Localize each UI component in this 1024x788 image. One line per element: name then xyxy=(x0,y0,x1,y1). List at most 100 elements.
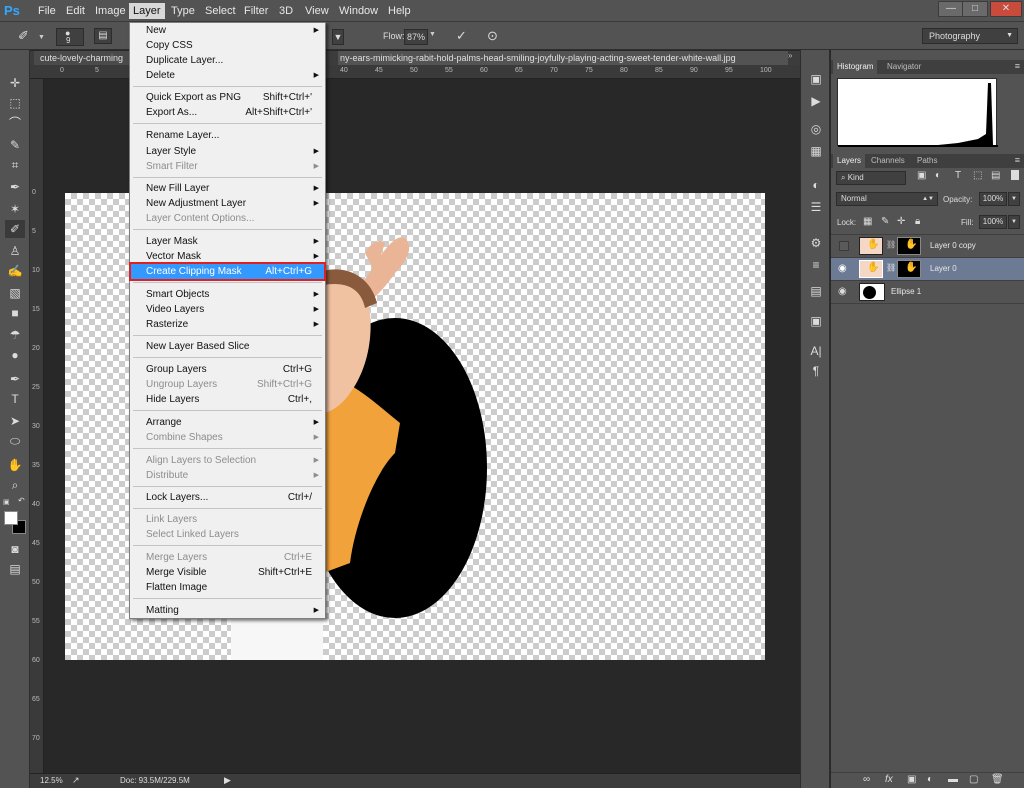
tab-layers[interactable]: Layers xyxy=(833,154,866,168)
gradient-tool-icon[interactable]: ■ xyxy=(5,304,25,322)
character-panel-icon[interactable]: A| xyxy=(806,342,826,360)
opacity-dropdown-icon[interactable]: ▼ xyxy=(332,29,344,45)
layer-row-layer-0[interactable]: ◉ ✋ ⛓︎ ✋ Layer 0 xyxy=(831,258,1024,281)
menu-item-arrange[interactable]: Arrange ▶ xyxy=(131,415,324,430)
filter-smart-object-icon[interactable]: ▤ xyxy=(991,170,1000,181)
menu-type[interactable]: Type xyxy=(167,3,199,19)
brush-panel-icon[interactable]: ▣ xyxy=(806,312,826,330)
menu-item-create-clipping-mask[interactable]: Create Clipping Mask Alt+Ctrl+G xyxy=(129,262,326,281)
swap-colors-icon[interactable]: ↶ xyxy=(18,496,25,505)
lasso-tool-icon[interactable]: ⌒ xyxy=(5,114,25,132)
menu-item-flatten-image[interactable]: Flatten Image xyxy=(131,580,324,595)
quick-mask-icon[interactable]: ◙ xyxy=(5,540,25,558)
clone-stamp-tool-icon[interactable]: ♙ xyxy=(5,242,25,260)
filter-toggle-switch[interactable] xyxy=(1011,170,1019,180)
tab-navigator[interactable]: Navigator xyxy=(883,60,925,74)
document-tab-inactive[interactable]: cute-lovely-charming xyxy=(34,51,130,65)
menu-window[interactable]: Window xyxy=(335,3,382,19)
menu-item-new-layer-based-slice[interactable]: New Layer Based Slice xyxy=(131,339,324,354)
libraries-panel-icon[interactable]: ≡ xyxy=(806,256,826,274)
menu-item-copy-css[interactable]: Copy CSS xyxy=(131,38,324,53)
screen-mode-icon[interactable]: ▤ xyxy=(5,560,25,578)
workspace-switcher[interactable]: Photography ▼ xyxy=(922,28,1018,44)
menu-item-duplicate-layer[interactable]: Duplicate Layer... xyxy=(131,53,324,68)
marquee-tool-icon[interactable]: ⬚ xyxy=(5,94,25,112)
share-icon[interactable]: ↗ xyxy=(72,775,80,786)
chevron-down-icon[interactable]: ▼ xyxy=(38,34,45,41)
menu-item-vector-mask[interactable]: Vector Mask ▶ xyxy=(131,249,324,264)
add-mask-icon[interactable]: ▣ xyxy=(907,774,916,785)
foreground-color-swatch[interactable] xyxy=(4,511,18,525)
opacity-input[interactable]: 100% xyxy=(979,192,1007,206)
pen-tool-icon[interactable]: ✒ xyxy=(5,370,25,388)
lock-transparent-icon[interactable]: ▦ xyxy=(863,216,872,227)
pressure-size-icon[interactable]: ⊙ xyxy=(487,28,498,44)
brush-panel-toggle-icon[interactable]: ▤ xyxy=(94,28,112,44)
new-adjustment-layer-icon[interactable]: ◐ xyxy=(927,774,933,785)
hand-tool-icon[interactable]: ✋ xyxy=(5,456,25,474)
menu-item-export-as[interactable]: Export As... Alt+Shift+Ctrl+' xyxy=(131,105,324,120)
eyedropper-tool-icon[interactable]: ✒ xyxy=(5,178,25,196)
menu-item-group-layers[interactable]: Group Layers Ctrl+G xyxy=(131,362,324,377)
panel-menu-icon[interactable]: ≡ xyxy=(1015,155,1020,165)
menu-3d[interactable]: 3D xyxy=(275,3,297,19)
chevron-down-icon[interactable]: ▼ xyxy=(429,31,436,38)
link-layers-icon[interactable]: ∞ xyxy=(863,774,870,785)
menu-item-lock-layers[interactable]: Lock Layers... Ctrl+/ xyxy=(131,490,324,505)
layer-filter-kind[interactable]: ⌕ Kind xyxy=(836,171,906,185)
quick-selection-tool-icon[interactable]: ✎ xyxy=(5,136,25,154)
fill-dropdown-icon[interactable]: ▼ xyxy=(1008,215,1020,229)
fill-input[interactable]: 100% xyxy=(979,215,1007,229)
blend-mode-select[interactable]: Normal ▲▼ xyxy=(836,192,938,206)
menu-item-smart-objects[interactable]: Smart Objects ▶ xyxy=(131,287,324,302)
menu-item-matting[interactable]: Matting ▶ xyxy=(131,603,324,618)
filter-pixel-icon[interactable]: ▣ xyxy=(917,170,926,181)
menu-item-layer-style[interactable]: Layer Style ▶ xyxy=(131,144,324,159)
menu-layer[interactable]: Layer xyxy=(129,3,165,19)
healing-brush-tool-icon[interactable]: ✶ xyxy=(5,200,25,218)
tab-histogram[interactable]: Histogram xyxy=(833,60,878,74)
new-group-icon[interactable]: ▬ xyxy=(948,774,958,785)
mask-link-icon[interactable]: ⛓︎ xyxy=(886,263,896,272)
lock-image-icon[interactable]: ✎ xyxy=(881,216,889,227)
lock-all-icon[interactable]: 🔒︎ xyxy=(915,216,920,227)
eraser-tool-icon[interactable]: ▧ xyxy=(5,284,25,302)
layer-name[interactable]: Layer 0 xyxy=(930,264,957,273)
brush-tool-icon[interactable]: ✐ xyxy=(18,28,34,44)
visibility-toggle-empty[interactable] xyxy=(839,241,849,251)
path-selection-tool-icon[interactable]: ➤ xyxy=(5,412,25,430)
menu-item-new[interactable]: New ▶ xyxy=(131,23,324,38)
menu-item-hide-layers[interactable]: Hide Layers Ctrl+, xyxy=(131,392,324,407)
filter-type-icon[interactable]: T xyxy=(955,170,961,181)
vertical-ruler[interactable]: 051015202530354045505560657075 xyxy=(30,79,44,781)
menu-item-new-adjustment-layer[interactable]: New Adjustment Layer ▶ xyxy=(131,196,324,211)
menu-item-delete[interactable]: Delete ▶ xyxy=(131,68,324,83)
layer-mask-thumbnail[interactable]: ✋ xyxy=(897,237,921,255)
airbrush-icon[interactable]: ✓ xyxy=(456,28,467,44)
paragraph-panel-icon[interactable]: ¶ xyxy=(806,362,826,380)
info-panel-icon[interactable]: ▤ xyxy=(806,282,826,300)
layer-name[interactable]: Ellipse 1 xyxy=(891,287,921,296)
brush-preset-picker[interactable]: ● 9 xyxy=(56,28,84,46)
opacity-dropdown-icon[interactable]: ▼ xyxy=(1008,192,1020,206)
history-brush-tool-icon[interactable]: ✍ xyxy=(5,262,25,280)
tab-channels[interactable]: Channels xyxy=(867,154,909,168)
panel-menu-icon[interactable]: ≡ xyxy=(1015,61,1020,71)
swatches-panel-icon[interactable]: ▦ xyxy=(806,142,826,160)
zoom-tool-icon[interactable]: ⌕ xyxy=(5,476,25,494)
document-tab-active[interactable]: ny-ears-mimicking-rabit-hold-palms-head-… xyxy=(338,51,788,65)
menu-item-new-fill-layer[interactable]: New Fill Layer ▶ xyxy=(131,181,324,196)
layer-row-ellipse-1[interactable]: ◉ Ellipse 1 xyxy=(831,281,1024,304)
menu-image[interactable]: Image xyxy=(91,3,130,19)
status-menu-arrow-icon[interactable]: ▶ xyxy=(224,775,231,786)
filter-adjustment-icon[interactable]: ◐ xyxy=(935,170,941,181)
eye-icon[interactable]: ◉ xyxy=(838,286,847,297)
layer-name[interactable]: Layer 0 copy xyxy=(930,241,976,250)
tab-paths[interactable]: Paths xyxy=(913,154,941,168)
move-tool-icon[interactable]: ✛ xyxy=(5,74,25,92)
menu-item-rename-layer[interactable]: Rename Layer... xyxy=(131,128,324,143)
menu-view[interactable]: View xyxy=(301,3,333,19)
menu-item-layer-mask[interactable]: Layer Mask ▶ xyxy=(131,234,324,249)
close-tab-icon[interactable]: » xyxy=(788,51,792,60)
menu-item-rasterize[interactable]: Rasterize ▶ xyxy=(131,317,324,332)
